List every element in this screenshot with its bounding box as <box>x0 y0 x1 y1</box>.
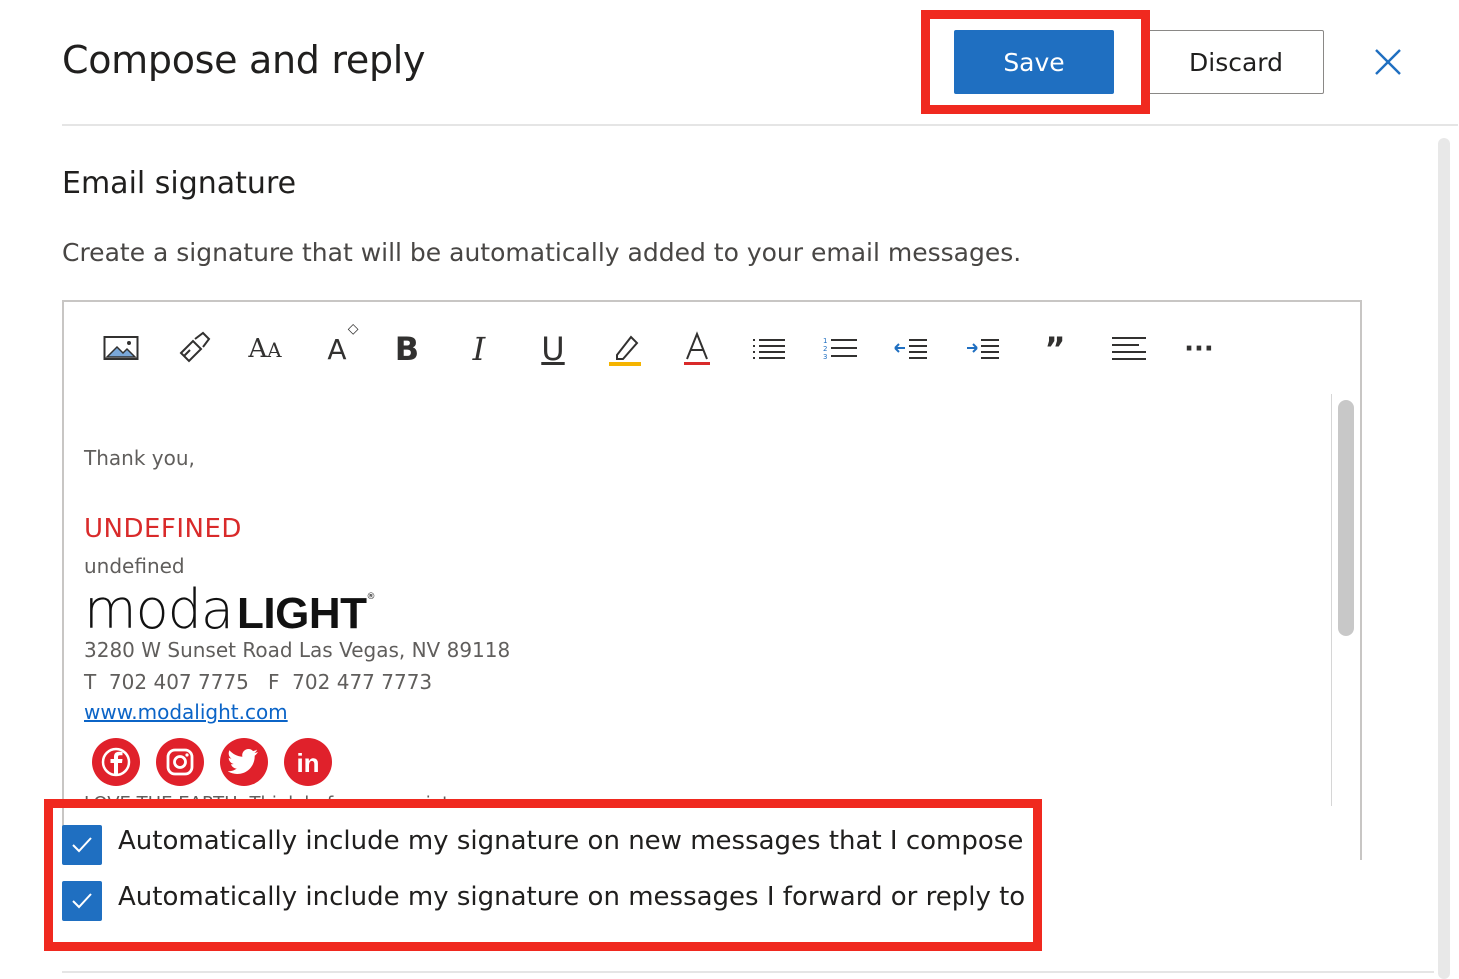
underline-icon: U <box>541 330 565 368</box>
font-color-icon <box>684 331 710 365</box>
toolbar-quote[interactable]: ” <box>1032 326 1078 372</box>
logo-text-secondary: LIGHT <box>237 589 367 638</box>
signature-phone: T 702 407 7775 F 702 477 7773 <box>84 670 433 694</box>
checkmark-icon <box>72 893 92 909</box>
twitter-link[interactable] <box>220 738 268 786</box>
bullet-list-icon <box>753 339 785 359</box>
save-button[interactable]: Save <box>954 30 1114 94</box>
twitter-icon <box>228 749 258 774</box>
quote-icon: ” <box>1044 330 1066 368</box>
panel-scrollbar[interactable] <box>1438 138 1450 979</box>
italic-icon: I <box>472 330 486 368</box>
page-title: Compose and reply <box>62 38 426 82</box>
svg-text:2: 2 <box>823 345 827 353</box>
toolbar-highlight[interactable] <box>602 326 648 372</box>
logo-registered-mark: ® <box>366 592 376 602</box>
toolbar-underline[interactable]: U <box>530 326 576 372</box>
signature-name: UNDEFINED <box>84 514 242 544</box>
align-icon <box>1112 337 1146 360</box>
svg-text:1: 1 <box>823 337 827 345</box>
format-painter-icon <box>179 331 211 363</box>
auto-signature-reply-label[interactable]: Automatically include my signature on me… <box>118 882 1025 912</box>
toolbar-increase-indent[interactable] <box>960 326 1006 372</box>
auto-signature-reply-checkbox[interactable] <box>62 881 102 921</box>
bold-icon: B <box>394 330 420 368</box>
signature-website-link[interactable]: www.modalight.com <box>84 700 288 724</box>
toolbar-more[interactable]: ··· <box>1176 326 1222 372</box>
toolbar-font[interactable]: AA <box>242 326 288 372</box>
instagram-icon <box>166 748 194 776</box>
close-icon <box>1375 49 1401 75</box>
facebook-link[interactable] <box>92 738 140 786</box>
linkedin-icon: in <box>296 748 320 778</box>
toolbar-font-size[interactable]: A ◇ <box>314 320 360 372</box>
toolbar-align[interactable] <box>1106 326 1152 372</box>
insert-image-icon <box>103 336 139 360</box>
font-icon: AA <box>248 334 282 364</box>
editor-scroll-track <box>1331 394 1332 806</box>
close-button[interactable] <box>1366 40 1410 84</box>
logo-text-primary: moda <box>84 578 234 641</box>
toolbar-font-color[interactable] <box>674 326 720 372</box>
facebook-icon <box>101 747 131 777</box>
svg-text:3: 3 <box>823 353 827 361</box>
signature-cutoff-line: LOVE THE EARTH: Think before you print <box>84 794 449 804</box>
section-description: Create a signature that will be automati… <box>62 238 1022 267</box>
toolbar-bullet-list[interactable] <box>746 326 792 372</box>
signature-greeting: Thank you, <box>84 446 195 470</box>
signature-address: 3280 W Sunset Road Las Vegas, NV 89118 <box>84 638 511 662</box>
toolbar-decrease-indent[interactable] <box>888 326 934 372</box>
discard-button[interactable]: Discard <box>1148 30 1324 94</box>
checkmark-icon <box>72 837 92 853</box>
toolbar-bold[interactable]: B <box>384 326 430 372</box>
header-divider <box>62 124 1458 126</box>
font-size-icon: A ◇ <box>327 320 359 366</box>
toolbar-italic[interactable]: I <box>456 326 502 372</box>
toolbar-format-painter[interactable] <box>170 326 216 372</box>
increase-indent-icon <box>967 339 999 359</box>
signature-role: undefined <box>84 554 185 578</box>
instagram-link[interactable] <box>156 738 204 786</box>
editor-scroll-thumb[interactable] <box>1338 400 1354 636</box>
numbered-list-icon: 123 <box>823 337 857 361</box>
linkedin-link[interactable]: in <box>284 738 332 786</box>
toolbar-numbered-list[interactable]: 123 <box>818 326 864 372</box>
auto-signature-new-label[interactable]: Automatically include my signature on ne… <box>118 826 1023 856</box>
footer-divider <box>62 971 1434 973</box>
highlight-icon <box>609 335 641 366</box>
toolbar-insert-image[interactable] <box>98 326 144 372</box>
company-logo: moda LIGHT ® <box>84 578 376 641</box>
more-options-icon: ··· <box>1184 334 1214 364</box>
decrease-indent-icon <box>894 339 927 359</box>
auto-signature-new-checkbox[interactable] <box>62 825 102 865</box>
section-title: Email signature <box>62 166 297 201</box>
